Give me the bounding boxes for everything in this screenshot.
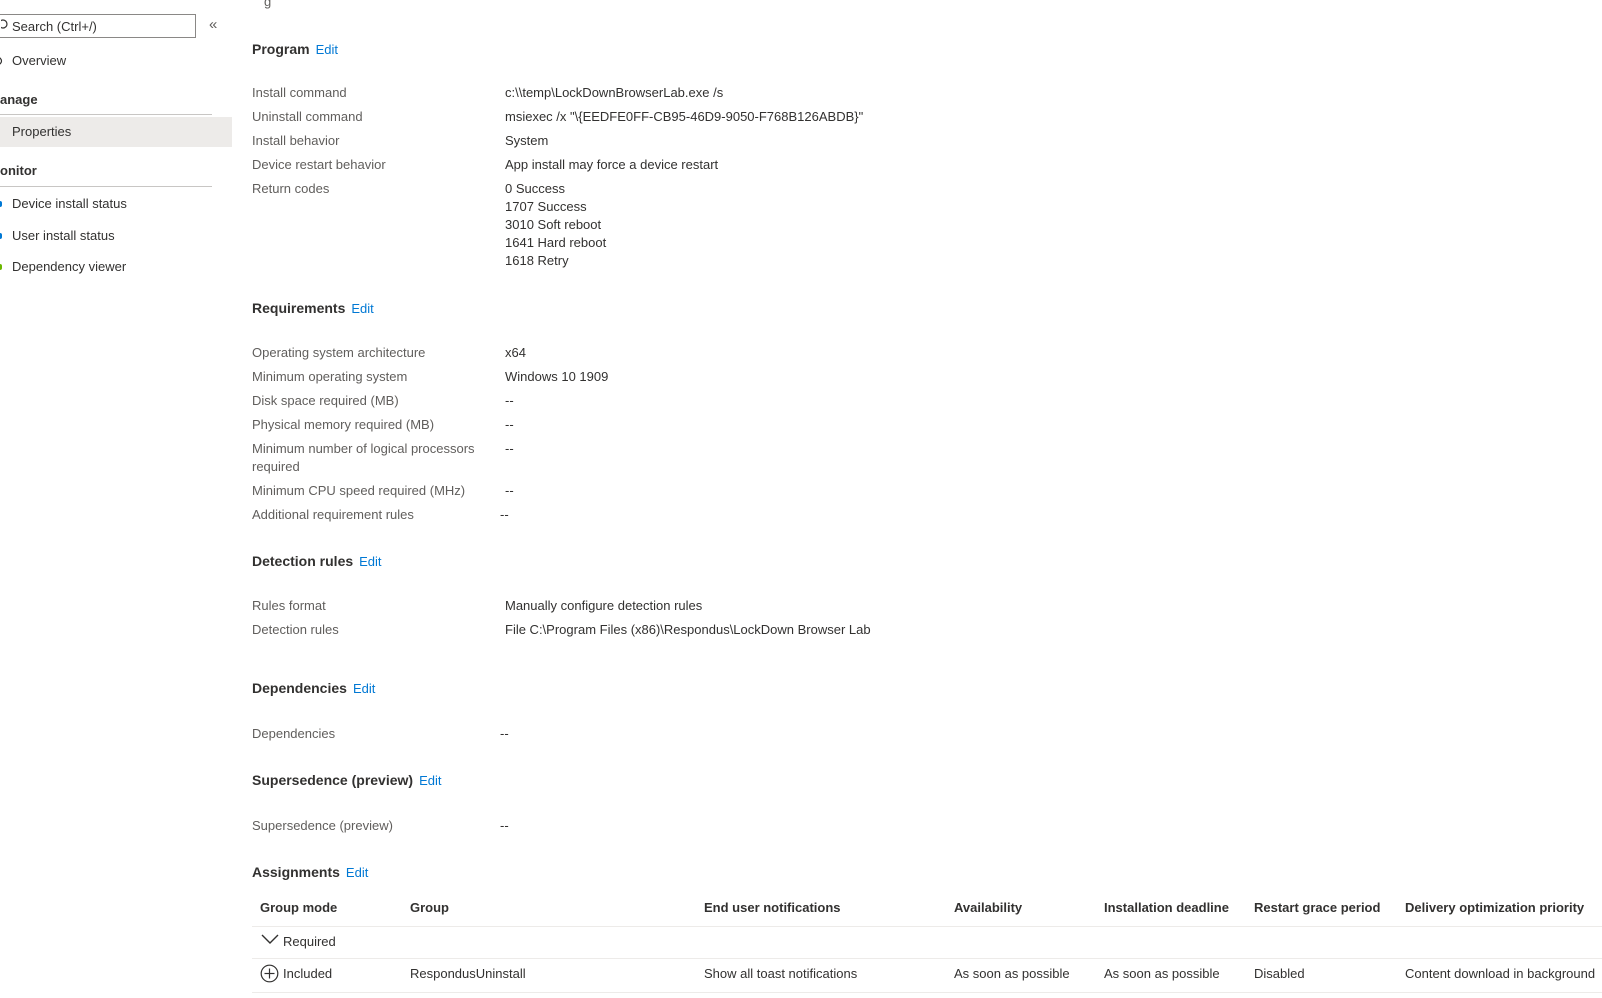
sidebar-section-manage: anage [0, 92, 38, 107]
column-header[interactable]: Restart grace period [1254, 900, 1380, 915]
row-value: msiexec /x "\{EEDFE0FF-CB95-46D9-9050-F7… [505, 109, 864, 124]
divider [0, 114, 212, 115]
search-input[interactable]: Search (Ctrl+/) [0, 14, 196, 38]
column-header[interactable]: Installation deadline [1104, 900, 1229, 915]
column-header[interactable]: End user notifications [704, 900, 841, 915]
row-value: x64 [505, 345, 526, 360]
row-value: -- [505, 483, 514, 498]
cell-delivery-priority: Content download in background [1405, 966, 1596, 981]
row-label: Operating system architecture [252, 345, 426, 360]
section-title-text: Detection rules [252, 553, 354, 569]
row-label: Install behavior [252, 133, 340, 148]
clipped-text: g [264, 0, 272, 9]
sidebar-item-properties[interactable]: Properties [0, 117, 232, 147]
sidebar-item-label: User install status [12, 228, 115, 243]
return-code: 1707 Success [505, 199, 587, 214]
row-value: -- [500, 507, 509, 522]
row-value: Manually configure detection rules [505, 598, 703, 613]
collapse-sidebar-icon[interactable]: « [209, 16, 223, 34]
cell-group-mode: Included [283, 966, 333, 981]
row-label: Device restart behavior [252, 157, 386, 172]
section-title-dependencies: Dependencies Edit [252, 680, 375, 696]
return-code: 3010 Soft reboot [505, 217, 602, 232]
edit-detection-link[interactable]: Edit [359, 554, 381, 569]
sidebar-item-user-install-status[interactable]: User install status [0, 221, 232, 251]
row-label: Rules format [252, 598, 326, 613]
edit-program-link[interactable]: Edit [316, 42, 338, 57]
sidebar-item-overview[interactable]: Overview [0, 46, 232, 76]
row-label: Disk space required (MB) [252, 393, 399, 408]
cell-restart-grace: Disabled [1254, 966, 1305, 981]
row-label: Supersedence (preview) [252, 818, 393, 833]
section-title-program: Program Edit [252, 41, 338, 57]
divider [252, 926, 1602, 927]
row-label: Minimum operating system [252, 369, 408, 384]
group-label: Required [283, 934, 336, 949]
row-label: Physical memory required (MB) [252, 417, 435, 432]
row-value: -- [500, 726, 509, 741]
row-label: Return codes [252, 181, 330, 196]
chevron-down-icon[interactable] [260, 932, 280, 946]
edit-assignments-link[interactable]: Edit [346, 865, 368, 880]
row-label: Minimum number of logical processors req… [252, 441, 475, 474]
sidebar-item-dependency-viewer[interactable]: Dependency viewer [0, 252, 232, 282]
section-title-supersedence: Supersedence (preview) Edit [252, 772, 441, 788]
sidebar-item-device-install-status[interactable]: Device install status [0, 189, 232, 219]
edit-supersedence-link[interactable]: Edit [419, 773, 441, 788]
sidebar: Search (Ctrl+/) « Overview anage Propert… [0, 0, 232, 998]
section-title-text: Program [252, 41, 310, 57]
device-status-icon [0, 201, 2, 207]
user-status-icon [0, 233, 2, 239]
row-value: System [505, 133, 549, 148]
search-placeholder: Search (Ctrl+/) [12, 19, 97, 34]
return-codes-list: 0 Success 1707 Success 3010 Soft reboot … [505, 180, 606, 270]
return-code: 1641 Hard reboot [505, 235, 607, 250]
cell-deadline: As soon as possible [1104, 966, 1220, 981]
column-header[interactable]: Availability [954, 900, 1022, 915]
sidebar-item-label: Properties [12, 124, 72, 139]
row-label: Uninstall command [252, 109, 363, 124]
section-title-text: Dependencies [252, 680, 347, 696]
dependency-viewer-icon [0, 264, 2, 270]
divider [0, 186, 212, 187]
row-label: Minimum CPU speed required (MHz) [252, 483, 466, 498]
row-value: -- [505, 417, 514, 432]
sidebar-item-label: Overview [12, 53, 67, 68]
row-value: c:\\temp\LockDownBrowserLab.exe /s [505, 85, 724, 100]
overview-icon [0, 57, 3, 65]
section-title-text: Requirements [252, 300, 346, 316]
divider [252, 958, 1602, 959]
add-circle-icon [260, 964, 279, 983]
section-title-text: Supersedence (preview) [252, 772, 414, 788]
row-label: Additional requirement rules [252, 507, 414, 522]
sidebar-item-label: Dependency viewer [12, 259, 127, 274]
row-value: -- [500, 818, 509, 833]
divider [252, 992, 1602, 993]
column-header[interactable]: Group [410, 900, 449, 915]
section-title-detection-rules: Detection rules Edit [252, 553, 382, 569]
row-value: -- [505, 393, 514, 408]
sidebar-item-label: Device install status [12, 196, 127, 211]
cell-availability: As soon as possible [954, 966, 1070, 981]
section-title-assignments: Assignments Edit [252, 864, 368, 880]
sidebar-section-monitor: onitor [0, 163, 37, 178]
section-title-requirements: Requirements Edit [252, 300, 374, 316]
properties-panel: g Program Edit Install command c:\\temp\L… [252, 0, 1602, 998]
edit-dependencies-link[interactable]: Edit [353, 681, 375, 696]
row-value: File C:\Program Files (x86)\Respondus\Lo… [505, 622, 871, 637]
column-header[interactable]: Delivery optimization priority [1405, 900, 1584, 915]
return-code: 0 Success [505, 181, 565, 196]
row-label: Dependencies [252, 726, 336, 741]
cell-notifications: Show all toast notifications [704, 966, 858, 981]
section-title-text: Assignments [252, 864, 340, 880]
row-value: App install may force a device restart [505, 157, 719, 172]
row-value: Windows 10 1909 [505, 369, 609, 384]
row-label: Detection rules [252, 622, 339, 637]
cell-group: RespondusUninstall [410, 966, 526, 981]
edit-requirements-link[interactable]: Edit [351, 301, 373, 316]
column-header[interactable]: Group mode [260, 900, 337, 915]
row-label: Install command [252, 85, 347, 100]
row-value: -- [505, 441, 514, 456]
return-code: 1618 Retry [505, 253, 569, 268]
